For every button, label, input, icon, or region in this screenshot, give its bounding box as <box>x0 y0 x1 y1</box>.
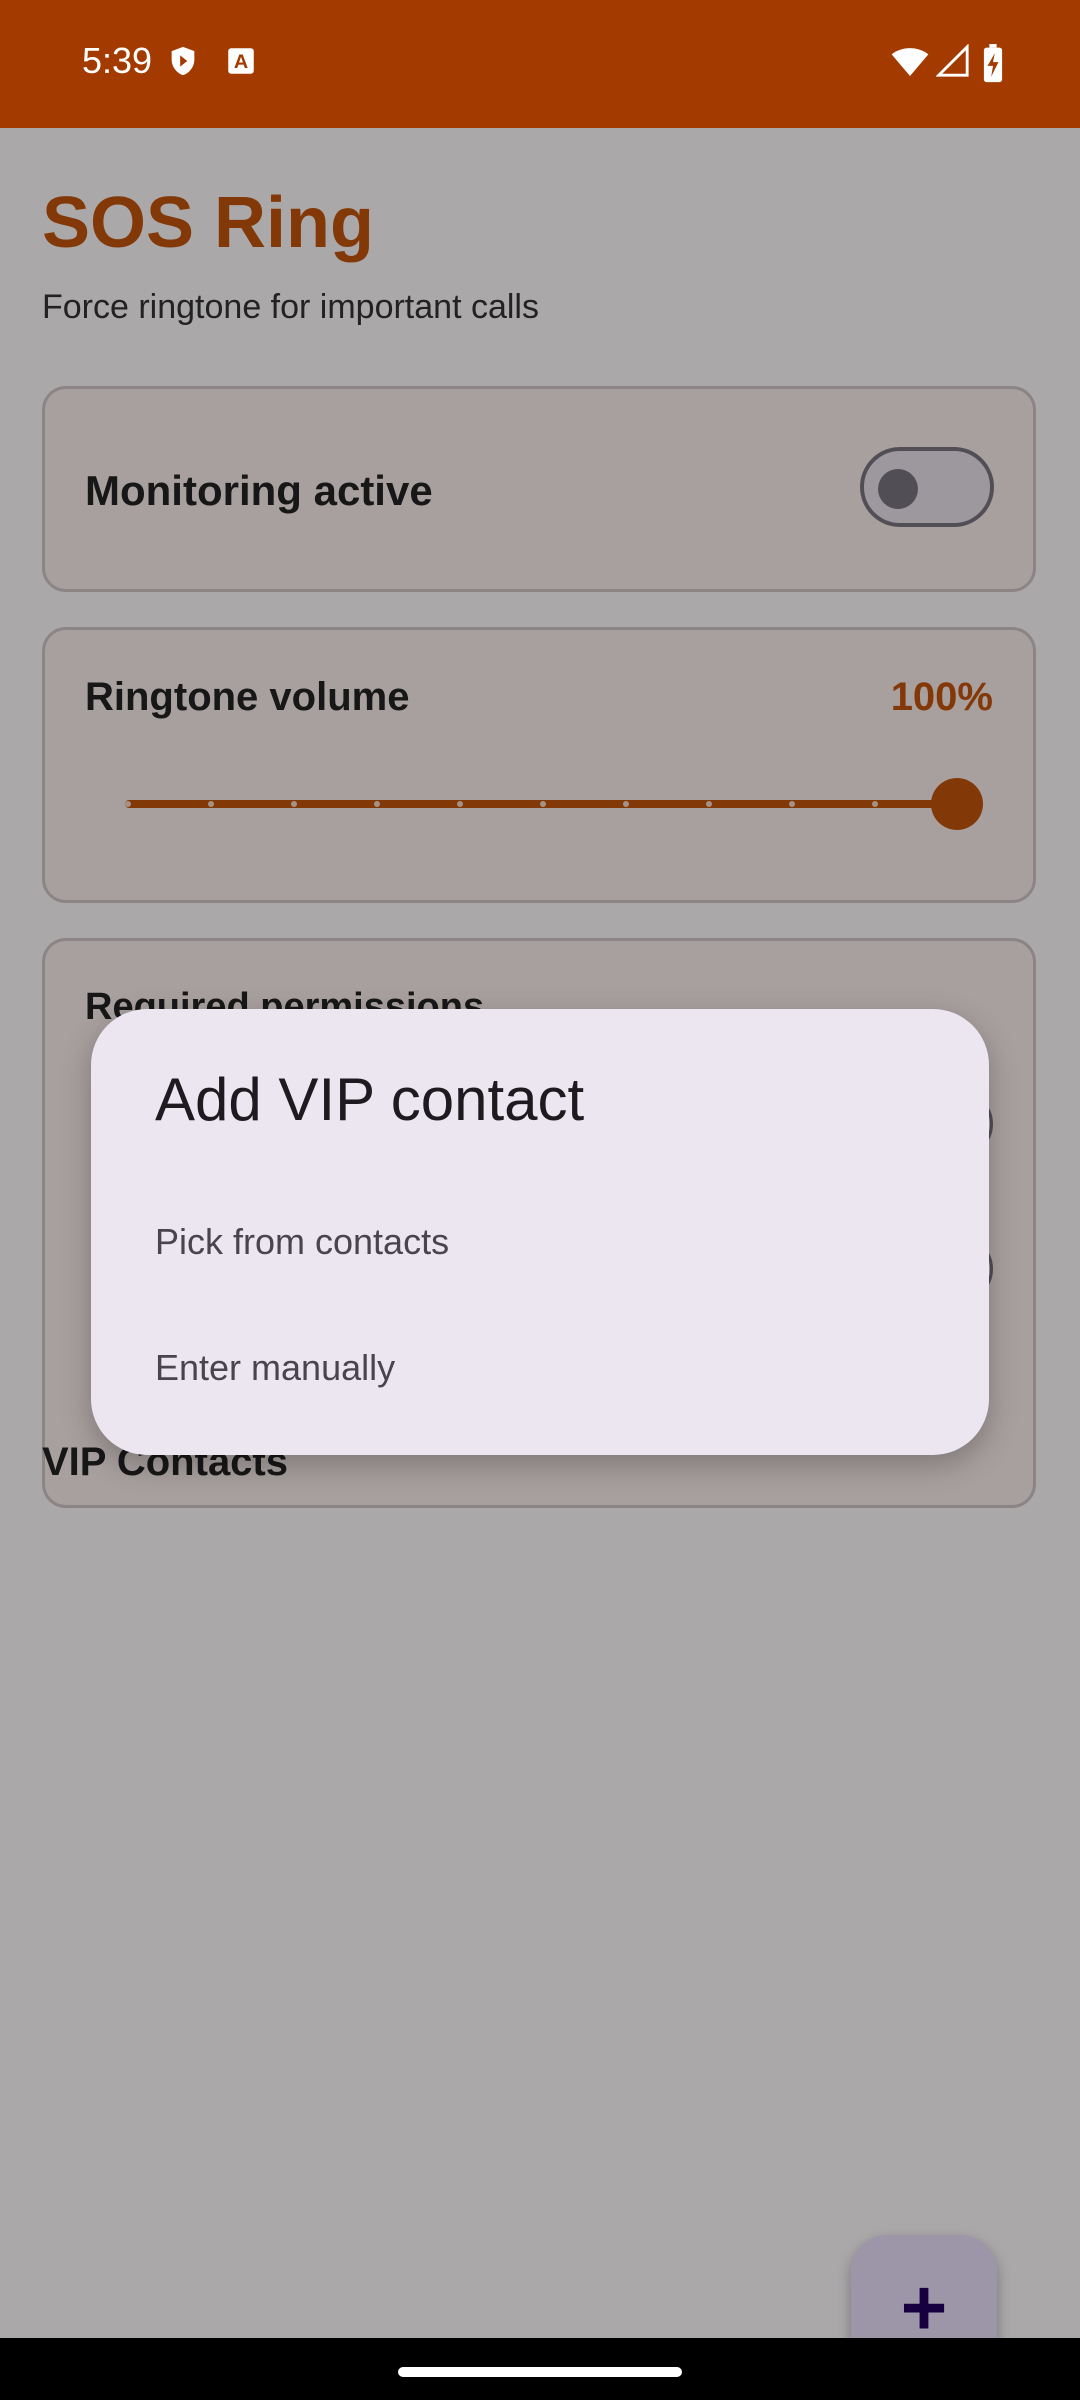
dialog-title: Add VIP contact <box>155 1066 585 1133</box>
pick-from-contacts-option[interactable]: Pick from contacts <box>155 1221 449 1263</box>
wifi-icon <box>890 44 930 78</box>
a-box-icon: A <box>224 44 258 78</box>
signal-icon <box>935 43 970 78</box>
battery-charging-icon <box>982 44 1004 83</box>
home-gesture-handle[interactable] <box>398 2367 682 2377</box>
status-bar: 5:39 A <box>0 0 1080 128</box>
add-vip-dialog: Add VIP contact Pick from contacts Enter… <box>91 1009 989 1455</box>
play-shield-icon <box>166 44 200 78</box>
svg-text:A: A <box>234 51 248 73</box>
status-time: 5:39 <box>82 40 153 81</box>
enter-manually-option[interactable]: Enter manually <box>155 1347 395 1389</box>
